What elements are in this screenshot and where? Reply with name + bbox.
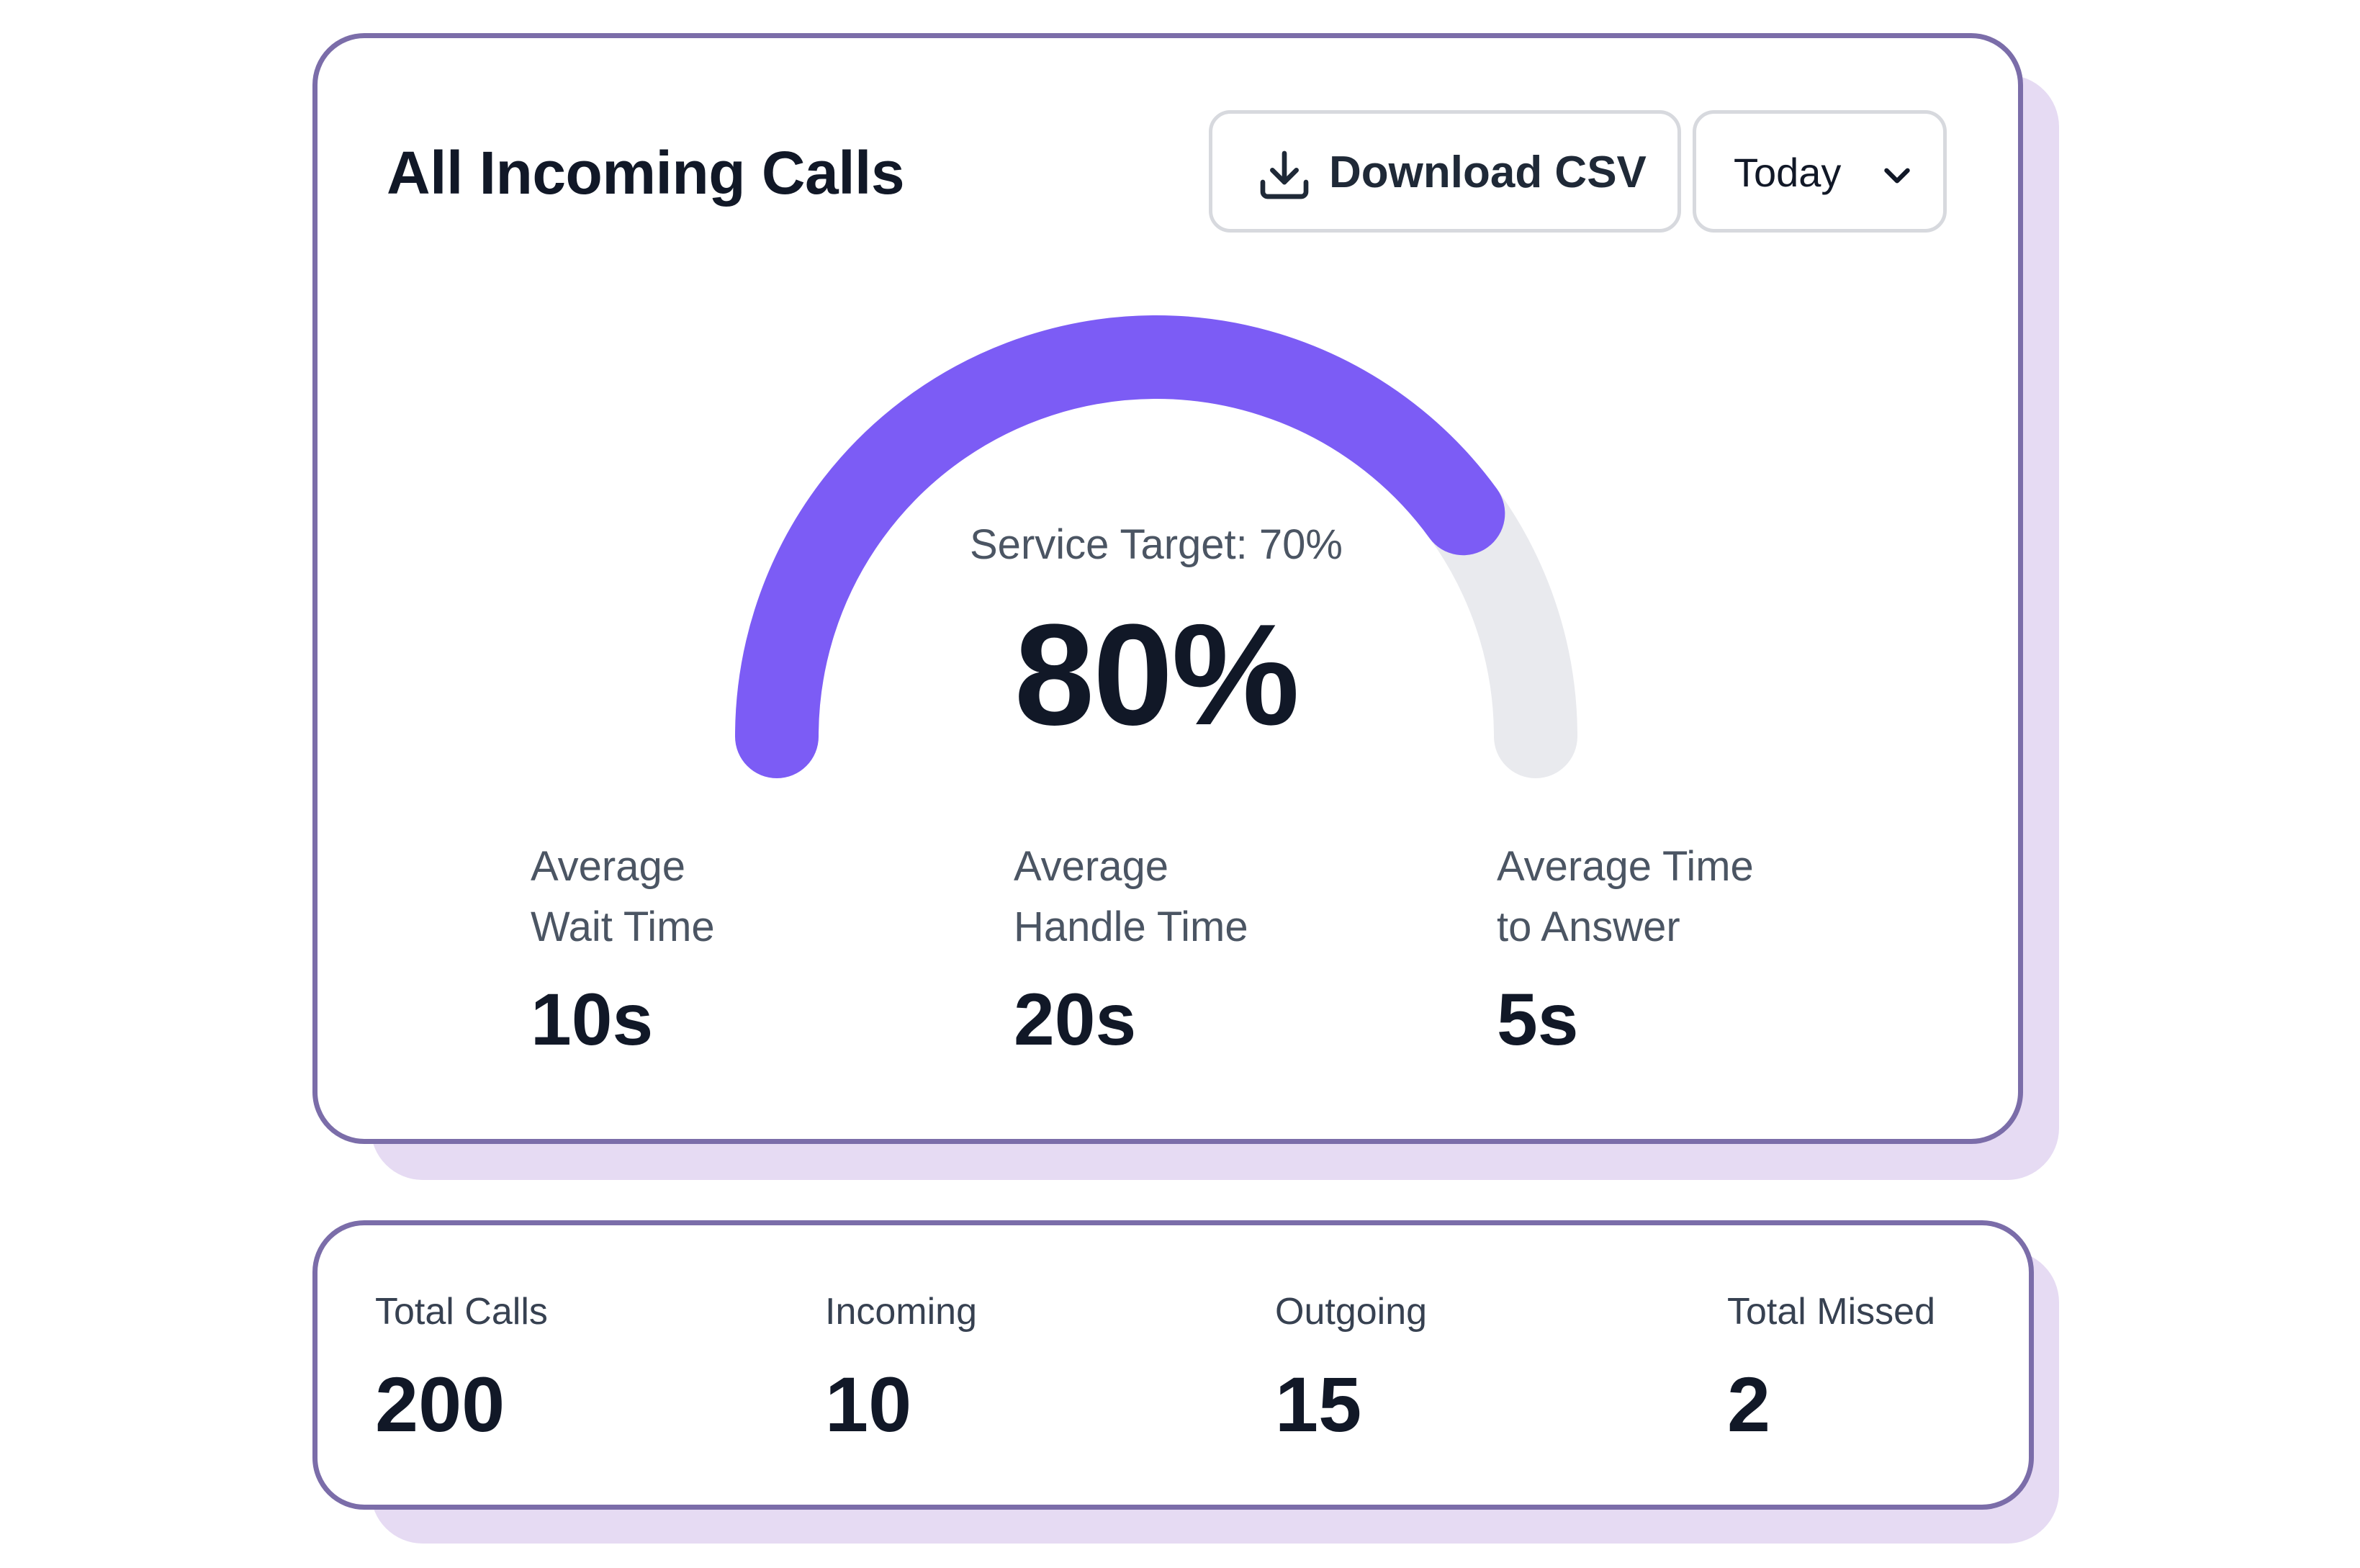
metric-label-line1: Average bbox=[531, 843, 685, 890]
download-csv-label: Download CSV bbox=[1329, 148, 1647, 197]
page-title: All Incoming Calls bbox=[387, 139, 905, 207]
metric-label-line1: Average Time bbox=[1497, 843, 1754, 890]
chevron-down-icon bbox=[1884, 168, 1910, 184]
stat-label: Incoming bbox=[825, 1291, 977, 1333]
average-wait-time-metric: Average Wait Time 10s bbox=[531, 837, 715, 1062]
incoming-stat: Incoming 10 bbox=[825, 1290, 977, 1449]
total-calls-stat: Total Calls 200 bbox=[375, 1290, 548, 1449]
metric-label-line2: Wait Time bbox=[531, 904, 715, 950]
period-dropdown-value: Today bbox=[1734, 150, 1842, 195]
stat-value: 10 bbox=[825, 1361, 912, 1448]
download-icon bbox=[1260, 150, 1309, 199]
average-time-to-answer-metric: Average Time to Answer 5s bbox=[1497, 837, 1754, 1062]
metric-value: 20s bbox=[1014, 978, 1137, 1060]
metric-label-line2: to Answer bbox=[1497, 904, 1680, 950]
period-dropdown[interactable]: Today bbox=[1693, 110, 1947, 233]
metric-label-line1: Average bbox=[1014, 843, 1168, 890]
outgoing-stat: Outgoing 15 bbox=[1275, 1290, 1427, 1449]
stat-label: Outgoing bbox=[1275, 1291, 1428, 1333]
stat-value: 2 bbox=[1727, 1361, 1771, 1448]
incoming-calls-card: All Incoming Calls Download CSV Today Se… bbox=[312, 33, 2023, 1144]
download-csv-button[interactable]: Download CSV bbox=[1209, 110, 1681, 233]
service-level-gauge bbox=[735, 315, 1577, 778]
stat-value: 15 bbox=[1275, 1361, 1362, 1448]
metric-label-line2: Handle Time bbox=[1014, 904, 1248, 950]
call-stats-card: Total Calls 200 Incoming 10 Outgoing 15 … bbox=[312, 1220, 2034, 1510]
stat-label: Total Missed bbox=[1727, 1291, 1935, 1333]
metric-value: 5s bbox=[1497, 978, 1579, 1060]
average-handle-time-metric: Average Handle Time 20s bbox=[1014, 837, 1248, 1062]
stat-value: 200 bbox=[375, 1361, 505, 1448]
metric-value: 10s bbox=[531, 978, 654, 1060]
total-missed-stat: Total Missed 2 bbox=[1727, 1290, 1935, 1449]
service-level-value: 80% bbox=[1014, 595, 1300, 755]
stat-label: Total Calls bbox=[375, 1291, 548, 1333]
service-target-label: Service Target: 70% bbox=[970, 521, 1343, 568]
